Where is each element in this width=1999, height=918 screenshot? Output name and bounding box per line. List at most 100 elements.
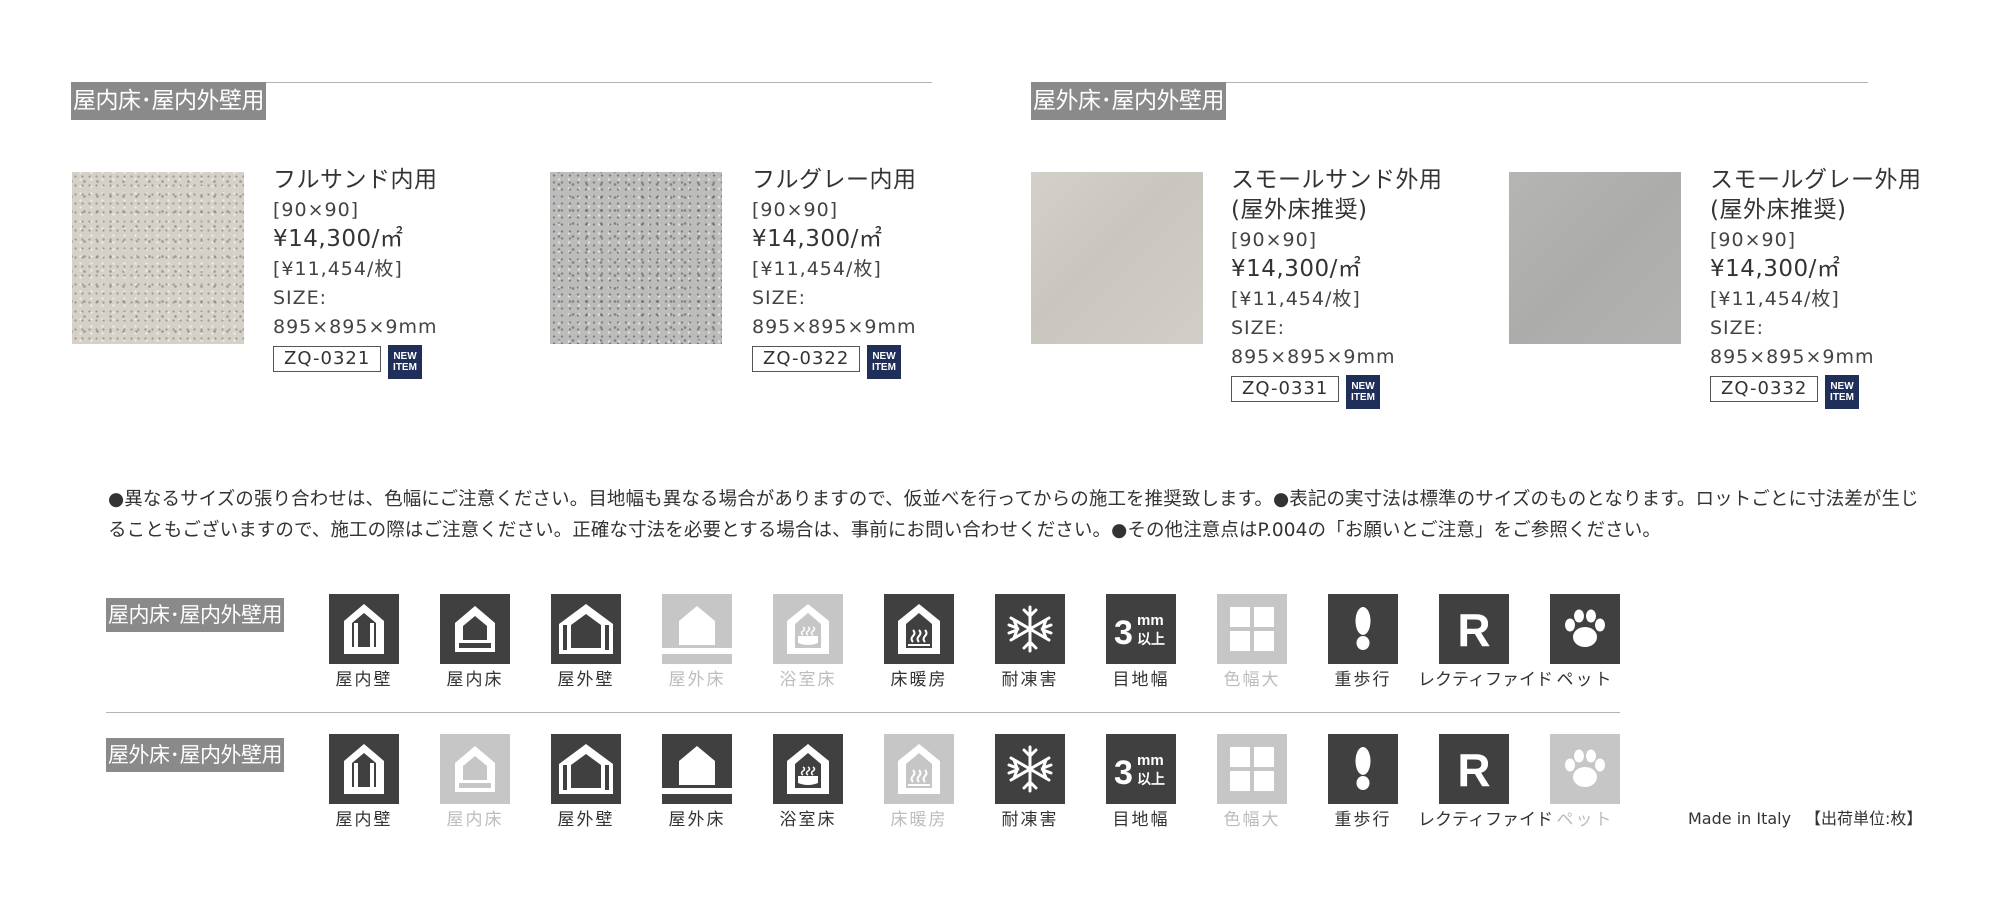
product-size-label: SIZE:	[1710, 317, 1765, 339]
new-item-badge: NEW ITEM	[867, 345, 901, 379]
product-size-code: [90×90]	[752, 199, 839, 221]
product-name: スモールサンド外用	[1231, 167, 1443, 193]
color-variation-icon	[1217, 734, 1287, 804]
product-price: ¥14,300/㎡	[1710, 256, 1841, 282]
floor-heating-icon	[884, 594, 954, 664]
usage-icon-label: 色幅大	[1223, 810, 1281, 830]
joint-width-icon: 3 mm 以上	[1106, 734, 1176, 804]
usage-icon-label: 屋内床	[446, 810, 504, 830]
usage-icon-label: 屋外壁	[557, 810, 615, 830]
usage-icon-label: 重歩行	[1334, 810, 1392, 830]
svg-text:mm: mm	[1137, 752, 1164, 769]
product-code: ZQ-0321	[273, 346, 382, 372]
rectified-icon: R	[1439, 734, 1509, 804]
product-swatch-small-sand	[1031, 172, 1203, 344]
svg-text:3: 3	[1114, 614, 1133, 652]
shipping-unit-label: 【出荷単位:枚】	[1805, 809, 1923, 828]
note-line: ることもございますので、施工の際はご注意ください。正確な寸法を必要とする場合は、…	[108, 520, 1661, 541]
floor-heating-icon	[884, 734, 954, 804]
rectified-icon: R	[1439, 594, 1509, 664]
product-size: 895×895×9mm	[1231, 346, 1396, 368]
outdoor-wall-icon	[551, 594, 621, 664]
usage-icon-label: 色幅大	[1223, 670, 1281, 690]
product-code: ZQ-0331	[1231, 376, 1340, 402]
usage-icon-label: 目地幅	[1112, 810, 1170, 830]
product-size-label: SIZE:	[1231, 317, 1286, 339]
svg-text:以上: 以上	[1137, 632, 1165, 648]
outdoor-floor-icon	[662, 594, 732, 664]
made-in-label: Made in Italy	[1688, 809, 1792, 828]
product-name: フルグレー内用	[752, 167, 917, 193]
joint-width-icon: 3 mm 以上	[1106, 594, 1176, 664]
new-item-badge: NEW ITEM	[388, 345, 422, 379]
product-size-label: SIZE:	[752, 287, 807, 309]
product-swatch-full-sand	[72, 172, 244, 344]
pet-icon	[1550, 594, 1620, 664]
product-code: ZQ-0322	[752, 346, 861, 372]
notes-text: ●異なるサイズの張り合わせは、色幅にご注意ください。目地幅も異なる場合があります…	[108, 484, 1919, 546]
product-size-code: [90×90]	[273, 199, 360, 221]
svg-text:R: R	[1457, 744, 1490, 796]
usage-icon-label: 耐凍害	[1001, 670, 1059, 690]
pet-icon	[1550, 734, 1620, 804]
usage-row-label-outdoor: 屋外床･屋内外壁用	[106, 738, 284, 772]
product-price: ¥14,300/㎡	[1231, 256, 1362, 282]
usage-icon-label: 床暖房	[890, 810, 948, 830]
outdoor-wall-icon	[551, 734, 621, 804]
product-unit-price: [¥11,454/枚]	[1710, 288, 1840, 310]
usage-icon-label: 屋外床	[668, 670, 726, 690]
usage-row-divider	[106, 712, 1620, 713]
section-label-indoor: 屋内床･屋内外壁用	[71, 82, 266, 120]
product-code: ZQ-0332	[1710, 376, 1819, 402]
new-item-badge: NEW ITEM	[1825, 375, 1859, 409]
heavy-traffic-icon	[1328, 594, 1398, 664]
product-swatch-full-grey	[550, 172, 722, 344]
usage-icon-label: ペット	[1556, 810, 1614, 830]
color-variation-icon	[1217, 594, 1287, 664]
product-name-note: (屋外床推奨)	[1231, 197, 1368, 223]
product-size-code: [90×90]	[1231, 229, 1318, 251]
product-size: 895×895×9mm	[1710, 346, 1875, 368]
heavy-traffic-icon	[1328, 734, 1398, 804]
usage-icon-label: 浴室床	[779, 670, 837, 690]
product-size: 895×895×9mm	[273, 316, 438, 338]
product-name-note: (屋外床推奨)	[1710, 197, 1847, 223]
indoor-floor-icon	[440, 594, 510, 664]
product-unit-price: [¥11,454/枚]	[1231, 288, 1361, 310]
product-unit-price: [¥11,454/枚]	[752, 258, 882, 280]
product-name: スモールグレー外用	[1710, 167, 1922, 193]
product-size-label: SIZE:	[273, 287, 328, 309]
usage-row-label-indoor: 屋内床･屋内外壁用	[106, 598, 284, 632]
usage-icon-label: 床暖房	[890, 670, 948, 690]
svg-text:3: 3	[1114, 754, 1133, 792]
usage-icon-label: 屋内床	[446, 670, 504, 690]
note-line: ●異なるサイズの張り合わせは、色幅にご注意ください。目地幅も異なる場合があります…	[108, 489, 1919, 510]
svg-text:以上: 以上	[1137, 772, 1165, 788]
product-price: ¥14,300/㎡	[273, 226, 404, 252]
product-size: 895×895×9mm	[752, 316, 917, 338]
usage-icon-label: 目地幅	[1112, 670, 1170, 690]
usage-icon-label: 屋外床	[668, 810, 726, 830]
new-item-badge: NEW ITEM	[1346, 375, 1380, 409]
product-name: フルサンド内用	[273, 167, 438, 193]
usage-icon-label: 重歩行	[1334, 670, 1392, 690]
svg-text:R: R	[1457, 604, 1490, 656]
svg-text:mm: mm	[1137, 612, 1164, 629]
frost-resistant-icon	[995, 734, 1065, 804]
outdoor-floor-icon	[662, 734, 732, 804]
bathroom-floor-icon	[773, 594, 843, 664]
usage-icon-label: レクティファイド	[1418, 670, 1553, 690]
usage-icon-label: 耐凍害	[1001, 810, 1059, 830]
product-price: ¥14,300/㎡	[752, 226, 883, 252]
product-unit-price: [¥11,454/枚]	[273, 258, 403, 280]
indoor-wall-icon	[329, 734, 399, 804]
usage-icon-label: 屋内壁	[335, 810, 393, 830]
usage-icon-label: 屋内壁	[335, 670, 393, 690]
indoor-wall-icon	[329, 594, 399, 664]
usage-icon-label: 屋外壁	[557, 670, 615, 690]
frost-resistant-icon	[995, 594, 1065, 664]
section-label-outdoor: 屋外床･屋内外壁用	[1031, 82, 1226, 120]
product-size-code: [90×90]	[1710, 229, 1797, 251]
product-swatch-small-grey	[1509, 172, 1681, 344]
usage-icon-label: レクティファイド	[1418, 810, 1553, 830]
